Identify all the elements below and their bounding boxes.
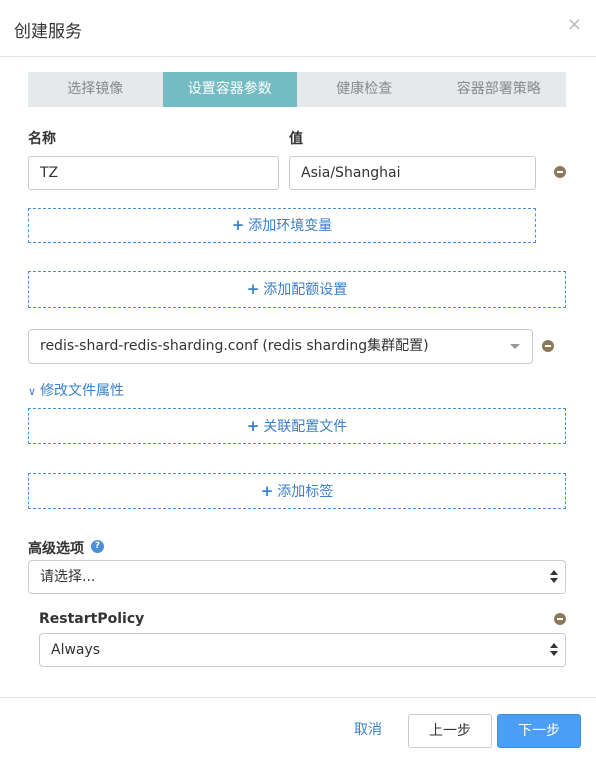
plus-icon: + — [231, 216, 245, 234]
add-env-label: 添加环境变量 — [248, 218, 333, 234]
next-step-button[interactable]: 下一步 — [497, 714, 581, 748]
advanced-options-select[interactable]: 请选择... — [28, 560, 566, 594]
link-config-label: 关联配置文件 — [263, 419, 348, 435]
select-arrows-icon — [549, 643, 559, 657]
config-file-select[interactable]: redis-shard-redis-sharding.conf (redis s… — [28, 329, 533, 364]
select-arrows-icon — [549, 570, 559, 584]
add-tag-label: 添加标签 — [277, 484, 334, 500]
plus-icon: + — [246, 280, 260, 298]
help-icon[interactable]: ? — [91, 540, 104, 553]
step-select-image[interactable]: 选择镜像 — [28, 72, 163, 107]
wizard-steps: 选择镜像 设置容器参数 健康检查 容器部署策略 — [28, 72, 566, 107]
restart-policy-value: Always — [51, 642, 101, 658]
chevron-down-icon — [510, 344, 520, 349]
previous-step-button[interactable]: 上一步 — [408, 714, 492, 748]
step-container-params[interactable]: 设置容器参数 — [162, 72, 297, 107]
add-quota-label: 添加配额设置 — [263, 282, 348, 298]
create-service-dialog: 创建服务 × 选择镜像 设置容器参数 健康检查 容器部署策略 名称 值 TZ A… — [0, 0, 596, 758]
remove-restart-policy-icon[interactable] — [554, 613, 566, 625]
restart-policy-label: RestartPolicy — [39, 611, 145, 627]
dialog-footer: 取消 上一步 下一步 — [0, 697, 596, 758]
config-file-value: redis-shard-redis-sharding.conf (redis s… — [40, 338, 429, 354]
step-deploy-strategy[interactable]: 容器部署策略 — [432, 72, 567, 107]
dialog-title: 创建服务 — [14, 22, 82, 42]
env-value-input[interactable]: Asia/Shanghai — [289, 156, 536, 190]
plus-icon: + — [260, 482, 274, 500]
step-health-check[interactable]: 健康检查 — [297, 72, 432, 107]
add-quota-button[interactable]: + 添加配额设置 — [28, 271, 566, 308]
modify-file-attrs-label: 修改文件属性 — [40, 383, 125, 399]
cancel-button[interactable]: 取消 — [343, 714, 393, 748]
dialog-header: 创建服务 × — [0, 0, 596, 57]
advanced-options-value: 请选择... — [40, 569, 96, 585]
remove-env-icon[interactable] — [554, 166, 566, 178]
plus-icon: + — [246, 417, 260, 435]
link-config-file-button[interactable]: + 关联配置文件 — [28, 408, 566, 444]
add-tag-button[interactable]: + 添加标签 — [28, 473, 566, 509]
advanced-options-label: 高级选项 — [28, 541, 84, 557]
env-value-label: 值 — [289, 131, 303, 147]
remove-config-icon[interactable] — [542, 340, 554, 352]
add-env-button[interactable]: + 添加环境变量 — [28, 208, 536, 243]
chevron-double-down-icon: ∨ — [28, 385, 37, 398]
env-name-label: 名称 — [28, 131, 56, 147]
modify-file-attrs-link[interactable]: ∨ 修改文件属性 — [28, 380, 124, 400]
env-name-input[interactable]: TZ — [28, 156, 279, 190]
close-icon[interactable]: × — [567, 14, 582, 36]
restart-policy-select[interactable]: Always — [39, 633, 566, 667]
